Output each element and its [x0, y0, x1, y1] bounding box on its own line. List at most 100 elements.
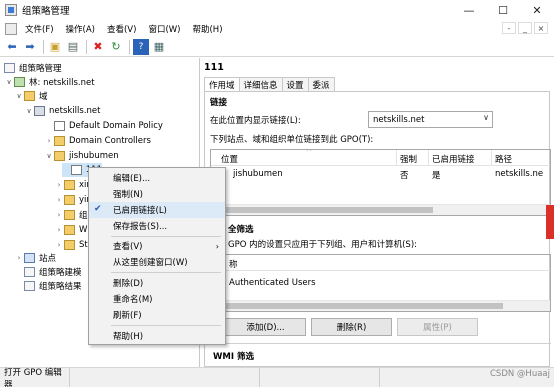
- menu-bar: 文件(F) 操作(A) 查看(V) 窗口(W) 帮助(H) - _ ×: [0, 20, 554, 37]
- links-listview[interactable]: 位置 ^ 强制 已启用链接 路径 jishubumen 否 是 netskill…: [210, 149, 551, 216]
- menu-action[interactable]: 操作(A): [60, 23, 101, 35]
- ou-icon: [64, 240, 75, 250]
- mdi-minimize-button[interactable]: -: [502, 22, 516, 34]
- forward-icon[interactable]: ➡: [22, 39, 38, 55]
- add-button[interactable]: 添加(D)...: [225, 318, 306, 336]
- tree-node-label: 域: [39, 92, 48, 102]
- menu-item-delete[interactable]: 删除(D): [89, 275, 225, 291]
- chevron-right-icon[interactable]: ›: [14, 254, 24, 262]
- tree-node-domains[interactable]: ∨ 域: [14, 89, 48, 103]
- list-item[interactable]: Authenticated Users: [211, 275, 550, 289]
- wmi-filter-heading: WMI 筛选: [213, 352, 254, 362]
- tree-node-ou[interactable]: › xin: [54, 178, 92, 192]
- security-filter-listview[interactable]: 称 Authenticated Users: [210, 254, 551, 312]
- menu-file[interactable]: 文件(F): [19, 23, 60, 35]
- gpo-title: 111: [204, 62, 224, 73]
- tree-node-label: 组策略管理: [19, 64, 62, 74]
- menu-window[interactable]: 窗口(W): [142, 23, 186, 35]
- horizontal-scrollbar[interactable]: [211, 204, 550, 215]
- maximize-button[interactable]: ☐: [486, 0, 520, 20]
- refresh-icon[interactable]: ↻: [108, 39, 124, 55]
- chevron-right-icon[interactable]: ›: [54, 181, 64, 189]
- properties-button[interactable]: 属性(P): [397, 318, 478, 336]
- divider: [205, 343, 551, 344]
- menu-item-rename[interactable]: 重命名(M): [89, 291, 225, 307]
- location-label: 在此位置内显示链接(L):: [210, 116, 301, 126]
- status-cell: [70, 367, 260, 387]
- menu-item-help[interactable]: 帮助(H): [89, 328, 225, 344]
- column-location[interactable]: 位置: [221, 153, 238, 165]
- tree-node-gp-results[interactable]: 组策略结果: [24, 279, 82, 293]
- chevron-down-icon: ∨: [483, 113, 489, 122]
- chevron-right-icon[interactable]: ›: [54, 211, 64, 219]
- filter-header: 称: [211, 255, 550, 271]
- chevron-down-icon[interactable]: ∨: [4, 78, 14, 86]
- tab-delegation[interactable]: 委派: [307, 77, 335, 91]
- tree-node-gp-modeling[interactable]: 组策略建模: [24, 265, 82, 279]
- filter-entry: Authenticated Users: [229, 278, 316, 288]
- tree-node-domain-netskills[interactable]: ∨ netskills.net: [24, 104, 100, 118]
- links-header: 位置 ^ 强制 已启用链接 路径: [211, 150, 550, 166]
- menu-item-save-report[interactable]: 保存报告(S)...: [89, 218, 225, 234]
- menu-item-enforced[interactable]: 强制(N): [89, 186, 225, 202]
- chevron-down-icon[interactable]: ∨: [14, 92, 24, 100]
- chevron-right-icon[interactable]: ›: [54, 226, 64, 234]
- tree-node-label: 林: netskills.net: [29, 78, 95, 88]
- console-icon[interactable]: [5, 22, 17, 35]
- folder-up-icon[interactable]: ▣: [47, 39, 63, 55]
- location-dropdown[interactable]: netskills.net ∨: [368, 111, 493, 128]
- column-link-enabled[interactable]: 已启用链接: [432, 153, 475, 165]
- chevron-right-icon[interactable]: ›: [54, 241, 64, 249]
- close-button[interactable]: ✕: [520, 0, 554, 20]
- delete-icon[interactable]: ✖: [90, 39, 106, 55]
- tree-node-root[interactable]: 组策略管理: [4, 61, 62, 75]
- menu-item-edit[interactable]: 编辑(E)...: [89, 170, 225, 186]
- remove-button[interactable]: 删除(R): [311, 318, 392, 336]
- tree-node-label: Default Domain Policy: [69, 121, 163, 131]
- tree-node-forest[interactable]: ∨ 林: netskills.net: [4, 75, 95, 89]
- scrollbar-thumb[interactable]: [223, 207, 433, 213]
- help-icon[interactable]: ?: [133, 38, 149, 55]
- column-name[interactable]: 称: [229, 258, 238, 270]
- menu-help[interactable]: 帮助(H): [186, 23, 228, 35]
- forest-icon: [14, 77, 25, 87]
- show-hide-tree-icon[interactable]: ▤: [65, 39, 81, 55]
- chevron-right-icon[interactable]: ›: [44, 137, 54, 145]
- tab-settings[interactable]: 设置: [281, 77, 309, 91]
- menu-view[interactable]: 查看(V): [101, 23, 142, 35]
- tree-node-domain-controllers[interactable]: › Domain Controllers: [44, 134, 151, 148]
- minimize-button[interactable]: —: [452, 0, 486, 20]
- background-window-edge: [546, 205, 554, 239]
- properties-icon[interactable]: ▦: [151, 39, 167, 55]
- tree-node-default-domain-policy[interactable]: Default Domain Policy: [44, 119, 163, 133]
- tree-node-jishubumen[interactable]: ∨ jishubumen: [44, 149, 119, 163]
- tree-node-sites[interactable]: › 站点: [14, 251, 56, 265]
- menu-item-view[interactable]: 查看(V) ›: [89, 238, 225, 254]
- chevron-right-icon[interactable]: ›: [54, 196, 64, 204]
- mdi-restore-button[interactable]: _: [518, 22, 532, 34]
- row-enforced: 否: [400, 171, 409, 181]
- mdi-close-button[interactable]: ×: [534, 22, 548, 34]
- menu-item-refresh[interactable]: 刷新(F): [89, 307, 225, 323]
- scrollbar-thumb[interactable]: [223, 303, 503, 309]
- ou-icon: [64, 225, 75, 235]
- back-icon[interactable]: ⬅: [4, 39, 20, 55]
- tree-node-ou[interactable]: › 组: [54, 208, 88, 222]
- horizontal-scrollbar[interactable]: [211, 300, 550, 311]
- window-title: 组策略管理: [22, 6, 70, 17]
- gpo-link-icon: [71, 165, 82, 175]
- table-row[interactable]: jishubumen 否 是 netskills.ne: [211, 166, 550, 181]
- chevron-down-icon[interactable]: ∨: [24, 107, 34, 115]
- tab-details[interactable]: 详细信息: [238, 77, 283, 91]
- ou-icon: [54, 136, 65, 146]
- column-enforced[interactable]: 强制: [400, 153, 417, 165]
- chevron-down-icon[interactable]: ∨: [44, 152, 54, 160]
- menu-item-new-window[interactable]: 从这里创建窗口(W): [89, 254, 225, 270]
- menu-item-link-enabled[interactable]: ✔ 已启用链接(L): [89, 202, 225, 218]
- checkmark-icon: ✔: [94, 204, 102, 214]
- tree-node-ou[interactable]: › yin: [54, 193, 92, 207]
- security-filter-label: GPO 内的设置只应用于下列组、用户和计算机(S):: [228, 240, 417, 250]
- column-path[interactable]: 路径: [495, 153, 512, 165]
- status-text: 打开 GPO 编辑器: [0, 367, 70, 387]
- tab-scope[interactable]: 作用域: [204, 77, 240, 92]
